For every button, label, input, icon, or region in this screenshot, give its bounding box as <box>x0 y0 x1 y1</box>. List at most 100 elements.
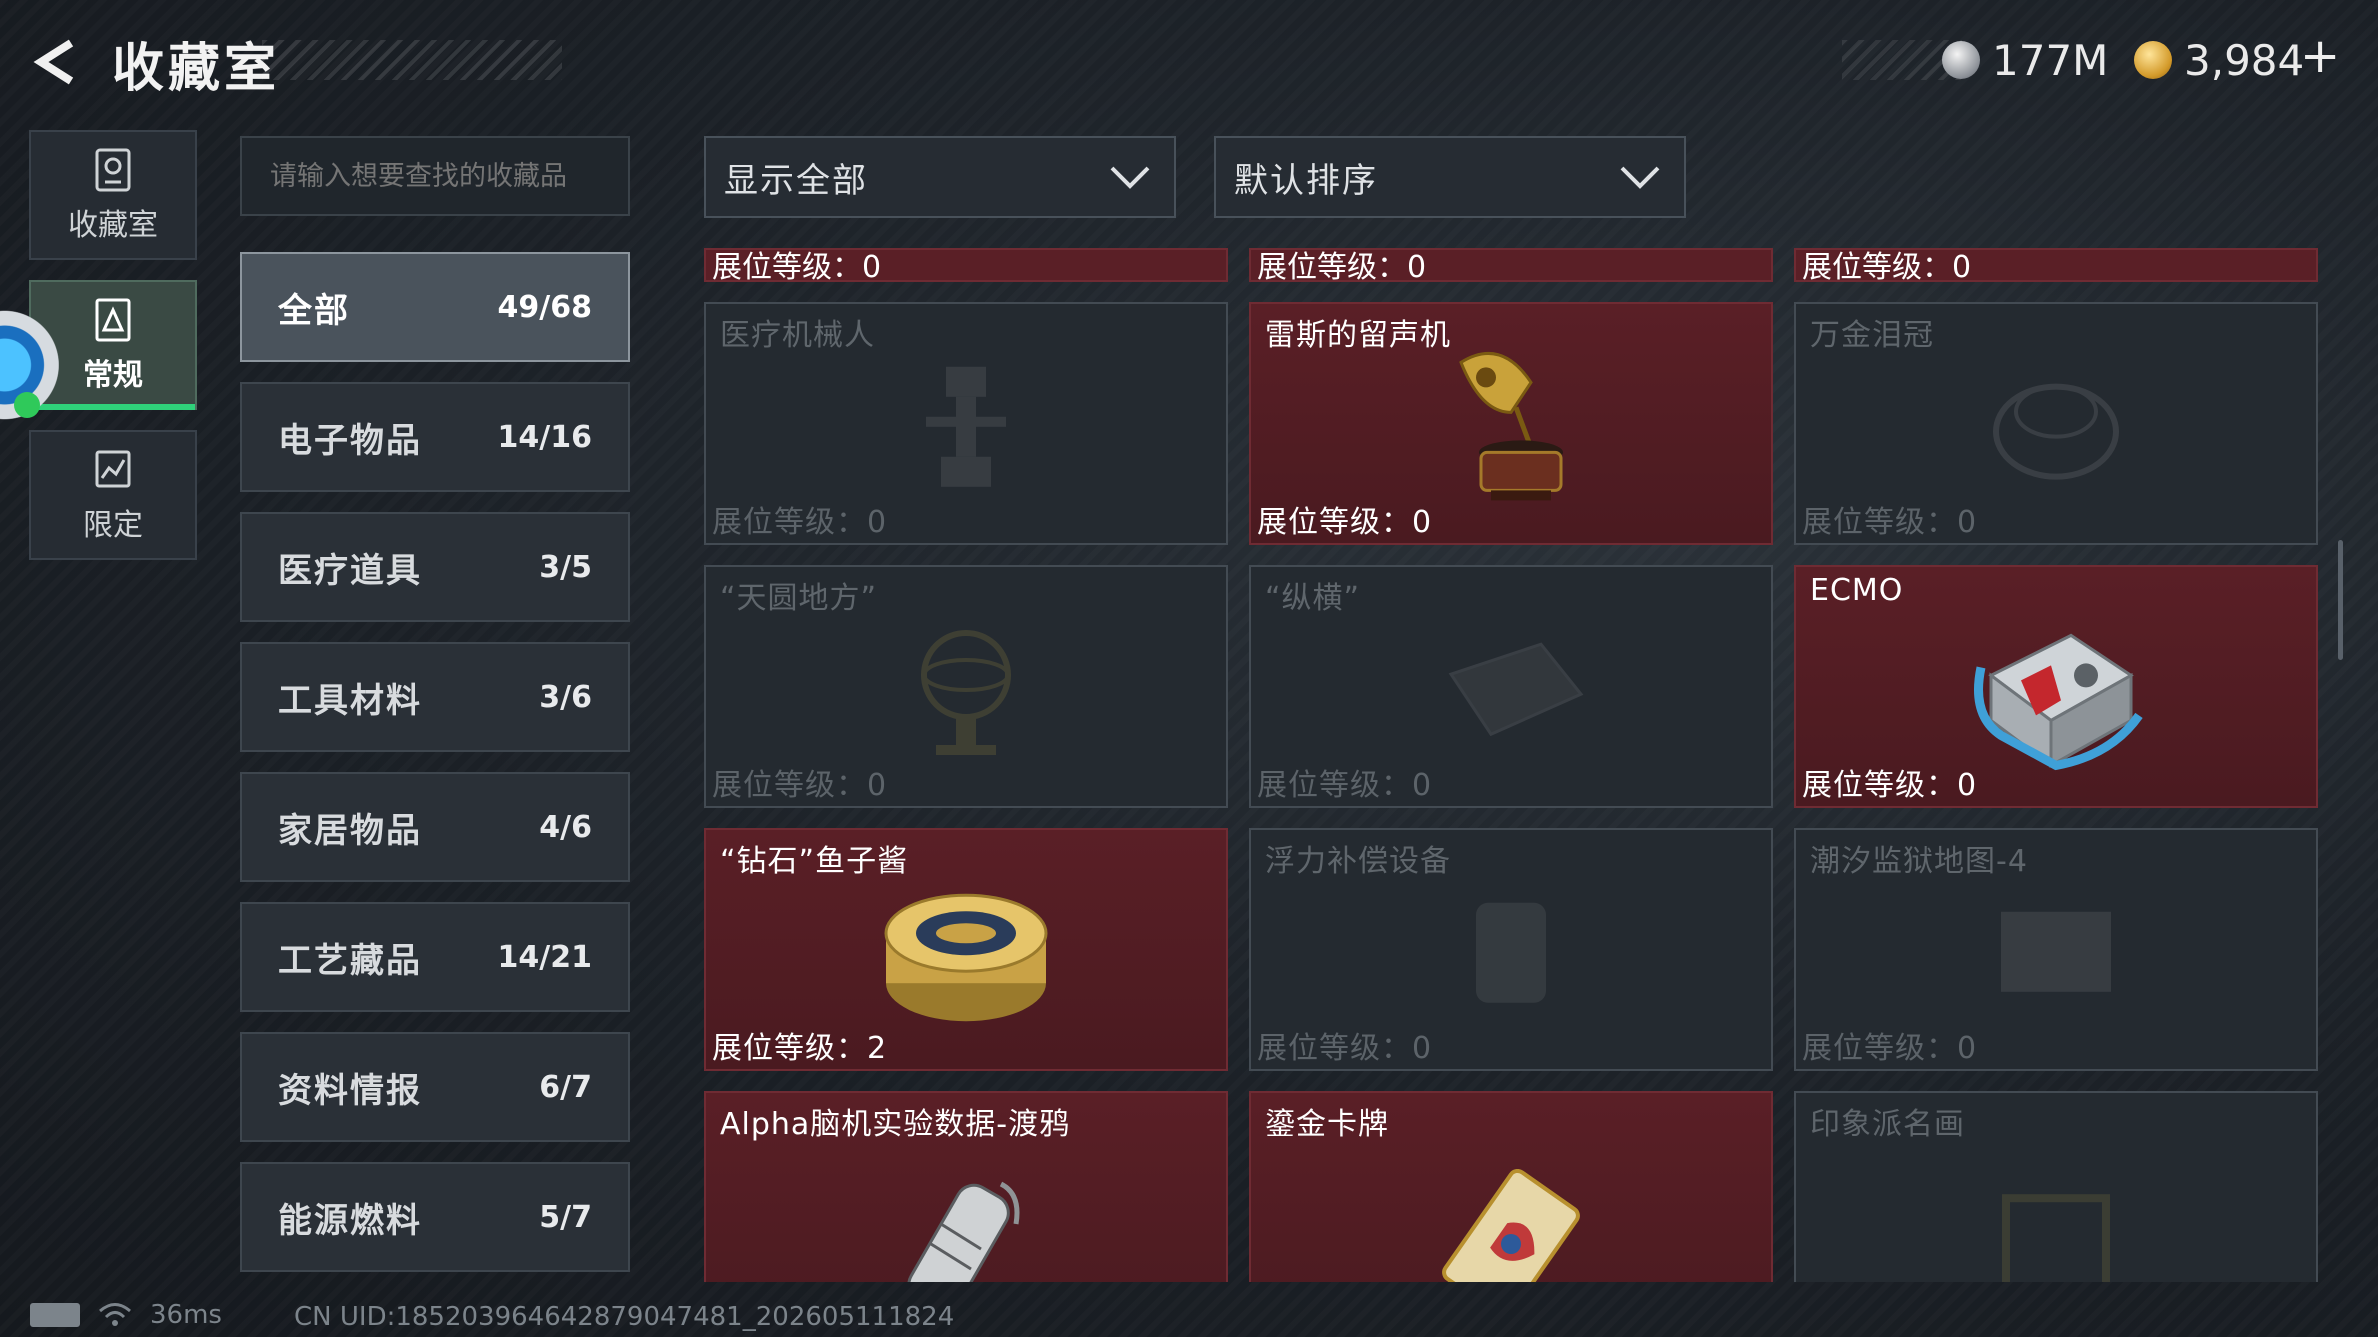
level-text: 展位等级：0 <box>712 505 888 540</box>
collection-card[interactable]: 雷斯的留声机 展位等级：0 <box>1249 302 1773 545</box>
category-name: 工具材料 <box>278 680 422 721</box>
item-name: 鎏金卡牌 <box>1265 1107 1389 1142</box>
bcd-vest-image <box>1476 902 1546 1003</box>
crown-image <box>1993 383 2119 480</box>
side-tab-label: 限定 <box>83 508 143 543</box>
collection-card-partial[interactable]: 展位等级：0 <box>704 248 1228 285</box>
category-name: 能源燃料 <box>278 1200 422 1241</box>
level-text: 展位等级：2 <box>712 1031 888 1066</box>
category-count: 49/68 <box>497 289 592 325</box>
category-all[interactable]: 全部 49/68 <box>240 252 630 362</box>
category-name: 医疗道具 <box>278 550 422 591</box>
category-count: 14/21 <box>497 939 592 975</box>
level-text: 展位等级：0 <box>712 768 888 803</box>
category-energy[interactable]: 能源燃料 5/7 <box>240 1162 630 1272</box>
gramophone-image <box>1459 351 1563 500</box>
category-intel[interactable]: 资料情报 6/7 <box>240 1032 630 1142</box>
item-name: 潮汐监狱地图-4 <box>1810 844 2028 879</box>
category-tools[interactable]: 工具材料 3/6 <box>240 642 630 752</box>
category-name: 电子物品 <box>278 420 422 461</box>
item-name: 浮力补偿设备 <box>1265 844 1451 879</box>
item-name: 印象派名画 <box>1810 1107 1965 1142</box>
collection-card[interactable]: “钻石”鱼子酱 展位等级：2 <box>704 828 1228 1071</box>
side-tab-label: 收藏室 <box>68 208 158 243</box>
item-name: 万金泪冠 <box>1810 318 1934 353</box>
globe-image <box>921 629 1011 755</box>
level-text: 展位等级：0 <box>1257 250 1427 285</box>
painting-image <box>2002 1194 2110 1282</box>
filter-value: 显示全部 <box>724 160 868 201</box>
trophy-icon <box>95 148 131 192</box>
collection-card[interactable]: 潮汐监狱地图-4 展位等级：0 <box>1794 828 2318 1071</box>
gold-currency-value: 3,984 <box>2184 35 2305 85</box>
category-count: 4/6 <box>539 809 592 845</box>
collection-card[interactable]: “纵横” 展位等级：0 <box>1249 565 1773 808</box>
level-text: 展位等级：0 <box>1257 1031 1433 1066</box>
back-button[interactable] <box>28 34 84 90</box>
silver-currency-value: 177M <box>1992 35 2109 85</box>
item-name: Alpha脑机实验数据-渡鸦 <box>720 1107 1071 1142</box>
level-text: 展位等级：0 <box>1257 768 1433 803</box>
item-name: ECMO <box>1810 573 1904 608</box>
category-electronics[interactable]: 电子物品 14/16 <box>240 382 630 492</box>
chessboard-image <box>1448 641 1584 736</box>
level-text: 展位等级：0 <box>712 250 882 285</box>
ecmo-machine-image <box>1974 633 2143 770</box>
ping-text: 36ms <box>150 1300 222 1330</box>
collection-card-partial[interactable]: 展位等级：0 <box>1794 248 2318 285</box>
status-bar: 36ms <box>30 1300 222 1330</box>
side-tab-limited[interactable]: 限定 <box>29 430 197 560</box>
item-name: 雷斯的留声机 <box>1265 318 1451 353</box>
side-tab-label: 常规 <box>83 358 143 393</box>
uid-text: CN UID:185203964642879047481_20260511182… <box>294 1302 955 1332</box>
category-name: 全部 <box>278 290 350 331</box>
collection-card[interactable]: 万金泪冠 展位等级：0 <box>1794 302 2318 545</box>
chevron-down-icon <box>1620 166 1660 189</box>
sort-value: 默认排序 <box>1234 160 1378 201</box>
category-medical[interactable]: 医疗道具 3/5 <box>240 512 630 622</box>
collection-grid: 展位等级：0 展位等级：0 展位等级：0 医疗机械人 展位等级：0 雷斯的留声机… <box>700 248 2322 1282</box>
collection-card[interactable]: 医疗机械人 展位等级：0 <box>704 302 1228 545</box>
gold-coin-icon <box>2134 41 2172 79</box>
back-arrow-icon <box>33 39 74 85</box>
sort-dropdown[interactable]: 默认排序 <box>1214 136 1686 218</box>
level-text: 展位等级：0 <box>1257 505 1433 540</box>
collection-card[interactable]: Alpha脑机实验数据-渡鸦 展位等级： <box>704 1091 1228 1282</box>
item-name: “天圆地方” <box>720 581 878 616</box>
chevron-down-icon <box>1110 166 1150 189</box>
collection-card[interactable]: 鎏金卡牌 展位等级： <box>1249 1091 1773 1282</box>
collection-card[interactable]: ECMO 展位等级：0 <box>1794 565 2318 808</box>
wifi-icon <box>14 392 40 418</box>
category-name: 家居物品 <box>278 810 422 851</box>
level-text: 展位等级：0 <box>1802 505 1978 540</box>
collection-card[interactable]: 印象派名画 展位等级： <box>1794 1091 2318 1282</box>
category-name: 工艺藏品 <box>278 940 422 981</box>
battery-icon <box>30 1303 80 1327</box>
category-count: 3/6 <box>539 679 592 715</box>
grid-scrollbar[interactable] <box>2338 540 2343 660</box>
gold-currency: 3,984 <box>2134 30 2304 90</box>
gilded-card-image <box>1442 1169 1580 1282</box>
silver-coin-icon <box>1942 41 1980 79</box>
level-text: 展位等级：0 <box>1802 1031 1978 1066</box>
robot-image <box>926 366 1006 487</box>
collection-card[interactable]: 浮力补偿设备 展位等级：0 <box>1249 828 1773 1071</box>
item-name: “纵横” <box>1265 581 1361 616</box>
category-crafts[interactable]: 工艺藏品 14/21 <box>240 902 630 1012</box>
map-image <box>2001 911 2111 992</box>
caviar-tin-image <box>884 893 1048 1021</box>
search-input[interactable] <box>240 136 630 216</box>
title-decoration <box>262 40 562 80</box>
data-drive-image <box>907 1182 1020 1282</box>
collection-card[interactable]: “天圆地方” 展位等级：0 <box>704 565 1228 808</box>
category-count: 14/16 <box>497 419 592 455</box>
silver-currency: 177M <box>1942 30 2108 90</box>
category-household[interactable]: 家居物品 4/6 <box>240 772 630 882</box>
category-count: 6/7 <box>539 1069 592 1105</box>
filter-dropdown[interactable]: 显示全部 <box>704 136 1176 218</box>
page-title: 收藏室 <box>112 39 281 99</box>
item-name: 医疗机械人 <box>720 318 875 353</box>
add-currency-button[interactable]: + <box>2300 28 2340 84</box>
collection-card-partial[interactable]: 展位等级：0 <box>1249 248 1773 285</box>
side-tab-collection[interactable]: 收藏室 <box>29 130 197 260</box>
